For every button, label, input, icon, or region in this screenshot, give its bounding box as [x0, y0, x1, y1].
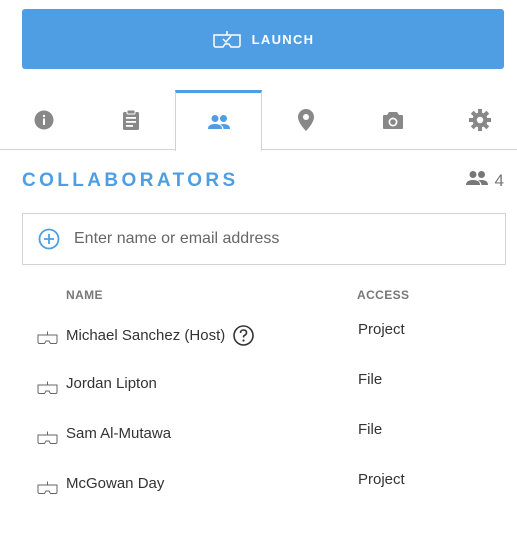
- section-title: COLLABORATORS: [22, 170, 239, 191]
- collaborator-name: McGowan Day: [66, 475, 165, 492]
- headset-icon: [37, 331, 58, 350]
- tab-info[interactable]: [0, 90, 87, 150]
- collaborator-row[interactable]: Jordan Lipton File: [0, 371, 517, 425]
- collaborator-row[interactable]: Michael Sanchez (Host) Project: [0, 321, 517, 375]
- collaborator-row[interactable]: McGowan Day Project: [0, 471, 517, 525]
- collaborator-name: Michael Sanchez (Host): [66, 327, 226, 344]
- gear-icon: [468, 109, 491, 131]
- collaborator-search-input[interactable]: [74, 230, 474, 248]
- help-icon[interactable]: [233, 325, 255, 346]
- info-icon: [34, 110, 54, 130]
- headset-icon: [37, 381, 58, 400]
- launch-label: LAUNCH: [251, 31, 315, 47]
- column-header-access: ACCESS: [357, 288, 410, 302]
- headset-icon: [212, 28, 242, 50]
- headset-icon: [37, 481, 58, 500]
- people-icon: [207, 114, 231, 130]
- collaborator-count: 4: [465, 170, 504, 191]
- tab-settings[interactable]: [436, 90, 517, 150]
- camera-icon: [382, 111, 404, 130]
- collaborator-row[interactable]: Sam Al-Mutawa File: [0, 421, 517, 475]
- tab-bar: [0, 90, 517, 151]
- collaborator-name-wrap: Michael Sanchez (Host): [66, 325, 255, 346]
- people-icon: [465, 170, 495, 191]
- headset-icon: [37, 431, 58, 450]
- tab-location[interactable]: [262, 90, 349, 150]
- collaborator-access: Project: [358, 321, 405, 338]
- tab-camera[interactable]: [349, 90, 436, 150]
- tab-collaborators[interactable]: [175, 90, 262, 151]
- tab-notes[interactable]: [87, 90, 174, 150]
- add-collaborator-field: [22, 213, 506, 265]
- location-pin-icon: [297, 109, 314, 131]
- collaborator-access: File: [358, 421, 383, 438]
- collaborator-count-value: 4: [494, 170, 504, 190]
- collaborator-name: Jordan Lipton: [66, 375, 157, 392]
- launch-button[interactable]: LAUNCH: [22, 9, 504, 69]
- collaborator-name: Sam Al-Mutawa: [66, 425, 172, 442]
- column-header-name: NAME: [66, 288, 103, 302]
- add-circle-icon[interactable]: [38, 228, 60, 250]
- collaborator-access: File: [358, 371, 383, 388]
- collaborator-access: Project: [358, 471, 405, 488]
- clipboard-icon: [122, 109, 140, 131]
